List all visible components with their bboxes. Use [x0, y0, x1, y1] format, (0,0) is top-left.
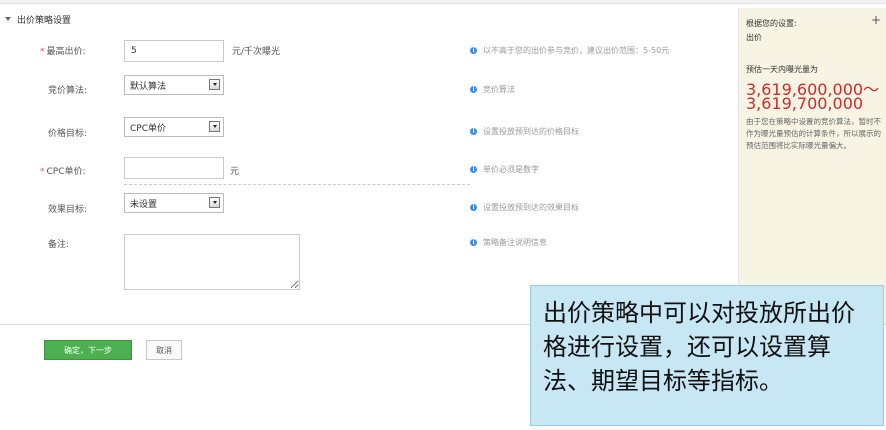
confirm-next-button[interactable]: 确定，下一步: [44, 340, 132, 360]
estimate-heading: 根据您的设置:: [746, 19, 797, 28]
max-bid-hint: i 以不高于您的出价参与竞价，建议出价范围：5-50元: [470, 45, 669, 56]
cpc-price-label: * CPC单价:: [40, 167, 86, 177]
caret-down-icon[interactable]: [5, 17, 11, 21]
remark-label: 备注:: [48, 240, 70, 250]
plus-icon[interactable]: +: [871, 13, 881, 27]
cpc-price-hint: i 单价必须是数字: [470, 164, 539, 175]
info-icon: i: [470, 239, 477, 246]
dropdown-arrow-icon[interactable]: [209, 79, 220, 90]
info-icon: i: [470, 128, 477, 135]
effect-target-select[interactable]: 未设置: [124, 193, 224, 213]
algorithm-hint: i 竞价算法: [470, 84, 515, 95]
estimate-label: 预估一天内曝光量为: [746, 65, 818, 74]
cpc-price-input[interactable]: [124, 157, 224, 179]
required-mark: *: [40, 47, 45, 57]
algorithm-select[interactable]: 默认算法: [124, 75, 224, 95]
cancel-button[interactable]: 取消: [146, 340, 182, 360]
info-icon: i: [470, 166, 477, 173]
section-header[interactable]: 出价策略设置: [0, 10, 71, 28]
info-icon: i: [470, 86, 477, 93]
section-title: 出价策略设置: [17, 15, 72, 26]
info-icon: i: [470, 47, 477, 54]
required-mark: *: [40, 167, 45, 177]
algorithm-label: 竞价算法:: [48, 86, 88, 96]
estimate-panel: + 根据您的设置: 出价 预估一天内曝光量为 3,619,600,000～ 3,…: [739, 8, 886, 324]
cpc-price-unit: 元: [230, 167, 240, 177]
price-target-hint: i 设置投放预到达的价格目标: [470, 126, 579, 137]
price-target-select[interactable]: CPC单价: [124, 117, 224, 137]
callout-text: 出价策略中可以对投放所出价格进行设置，还可以设置算法、期望目标等指标。: [543, 299, 855, 395]
max-bid-unit: 元/千次曝光: [232, 47, 281, 57]
effect-target-hint: i 设置投放预到达的效果目标: [470, 202, 579, 213]
estimate-amount-high: 3,619,700,000: [746, 94, 864, 113]
dropdown-arrow-icon[interactable]: [209, 197, 220, 208]
tutorial-callout: 出价策略中可以对投放所出价格进行设置，还可以设置算法、期望目标等指标。: [530, 285, 884, 426]
dashed-divider: [124, 184, 470, 185]
estimate-item: 出价: [746, 33, 762, 42]
price-target-label: 价格目标:: [48, 129, 88, 139]
estimate-note: 由于您在策略中设置的竞价算法，暂时不作为曝光量预估的计算条件，所以展示的预估范围…: [746, 117, 881, 150]
dropdown-arrow-icon[interactable]: [209, 121, 220, 132]
info-icon: i: [470, 204, 477, 211]
remark-hint: i 策略备注说明信息: [470, 237, 547, 248]
max-bid-label: * 最高出价:: [40, 47, 86, 57]
effect-target-label: 效果目标:: [48, 205, 88, 215]
max-bid-input[interactable]: [124, 40, 224, 62]
remark-textarea[interactable]: [124, 234, 300, 290]
top-strip: [0, 0, 886, 4]
